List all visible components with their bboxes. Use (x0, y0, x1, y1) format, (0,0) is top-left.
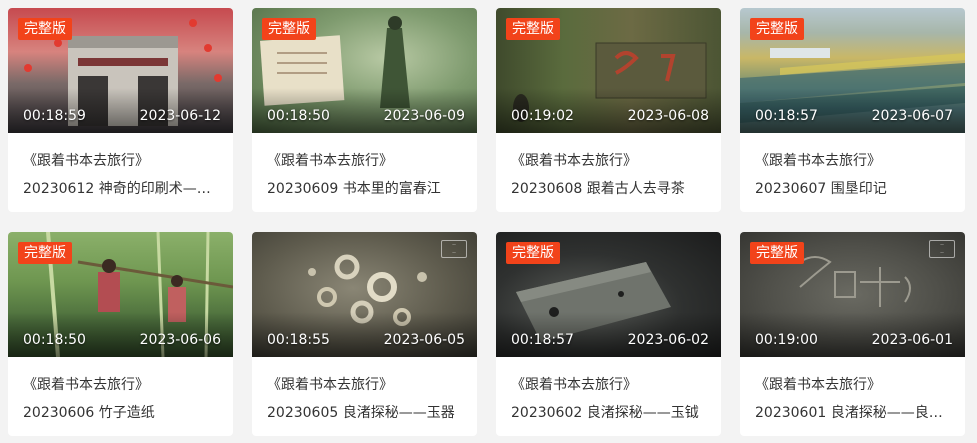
video-card[interactable]: ·· ·· 00:18:55 2023-06-05 《跟着书本去旅行》 20230… (252, 232, 477, 436)
full-version-badge: 完整版 (750, 242, 804, 264)
video-title[interactable]: 20230606 竹子造纸 (23, 402, 221, 422)
video-card[interactable]: ·· ·· 完整版 00:19:00 2023-06-01 《跟着书本去旅行》 2… (740, 232, 965, 436)
video-title[interactable]: 20230612 神奇的印刷术——毕昇 (23, 178, 221, 198)
video-duration: 00:18:55 (267, 332, 330, 348)
video-card[interactable]: 完整版 00:18:57 2023-06-02 《跟着书本去旅行》 202306… (496, 232, 721, 436)
series-name: 《跟着书本去旅行》 (267, 153, 393, 169)
video-thumbnail[interactable]: 完整版 00:18:57 2023-06-07 (740, 8, 965, 133)
video-date: 2023-06-07 (871, 108, 953, 124)
video-thumbnail[interactable]: 完整版 00:18:50 2023-06-06 (8, 232, 233, 357)
video-duration: 00:19:02 (511, 108, 574, 124)
video-card[interactable]: 完整版 00:18:57 2023-06-07 《跟着书本去旅行》 202306… (740, 8, 965, 212)
video-thumbnail[interactable]: 完整版 00:18:57 2023-06-02 (496, 232, 721, 357)
full-version-badge: 完整版 (506, 18, 560, 40)
video-thumbnail[interactable]: 完整版 00:18:59 2023-06-12 (8, 8, 233, 133)
video-date: 2023-06-08 (627, 108, 709, 124)
full-version-badge: 完整版 (750, 18, 804, 40)
video-title[interactable]: 20230602 良渚探秘——玉钺 (511, 402, 709, 422)
video-title[interactable]: 20230601 良渚探秘——良渚古城 (755, 402, 953, 422)
series-name: 《跟着书本去旅行》 (267, 377, 393, 393)
video-thumbnail[interactable]: ·· ·· 00:18:55 2023-06-05 (252, 232, 477, 357)
series-name: 《跟着书本去旅行》 (511, 153, 637, 169)
video-date: 2023-06-09 (383, 108, 465, 124)
full-version-badge: 完整版 (18, 18, 72, 40)
video-card[interactable]: 完整版 00:18:50 2023-06-06 《跟着书本去旅行》 202306… (8, 232, 233, 436)
video-title[interactable]: 20230608 跟着古人去寻茶 (511, 178, 709, 198)
series-name: 《跟着书本去旅行》 (755, 153, 881, 169)
video-card[interactable]: 完整版 00:19:02 2023-06-08 《跟着书本去旅行》 202306… (496, 8, 721, 212)
video-thumbnail[interactable]: 完整版 00:19:02 2023-06-08 (496, 8, 721, 133)
channel-watermark-icon: ·· ·· (929, 240, 955, 258)
video-duration: 00:18:57 (755, 108, 818, 124)
video-duration: 00:18:57 (511, 332, 574, 348)
video-date: 2023-06-05 (383, 332, 465, 348)
video-date: 2023-06-06 (139, 332, 221, 348)
video-duration: 00:18:50 (23, 332, 86, 348)
series-name: 《跟着书本去旅行》 (23, 377, 149, 393)
video-title[interactable]: 20230609 书本里的富春江 (267, 178, 465, 198)
video-duration: 00:18:50 (267, 108, 330, 124)
video-date: 2023-06-02 (627, 332, 709, 348)
full-version-badge: 完整版 (18, 242, 72, 264)
video-duration: 00:18:59 (23, 108, 86, 124)
video-thumbnail[interactable]: 完整版 00:18:50 2023-06-09 (252, 8, 477, 133)
video-date: 2023-06-12 (139, 108, 221, 124)
channel-watermark-icon: ·· ·· (441, 240, 467, 258)
video-card[interactable]: 完整版 00:18:50 2023-06-09 《跟着书本去旅行》 202306… (252, 8, 477, 212)
video-title[interactable]: 20230607 围垦印记 (755, 178, 953, 198)
video-date: 2023-06-01 (871, 332, 953, 348)
video-thumbnail[interactable]: ·· ·· 完整版 00:19:00 2023-06-01 (740, 232, 965, 357)
video-grid: 完整版 00:18:59 2023-06-12 《跟着书本去旅行》 202306… (8, 8, 965, 436)
video-duration: 00:19:00 (755, 332, 818, 348)
series-name: 《跟着书本去旅行》 (755, 377, 881, 393)
video-title[interactable]: 20230605 良渚探秘——玉器 (267, 402, 465, 422)
series-name: 《跟着书本去旅行》 (23, 153, 149, 169)
series-name: 《跟着书本去旅行》 (511, 377, 637, 393)
full-version-badge: 完整版 (506, 242, 560, 264)
full-version-badge: 完整版 (262, 18, 316, 40)
video-card[interactable]: 完整版 00:18:59 2023-06-12 《跟着书本去旅行》 202306… (8, 8, 233, 212)
